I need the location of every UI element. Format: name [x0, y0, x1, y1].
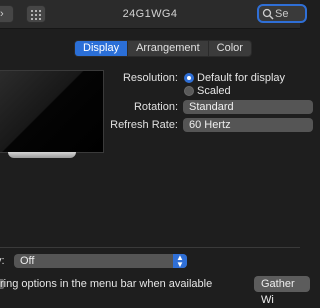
refresh-rate-value: 60 Hertz: [189, 119, 231, 131]
refresh-rate-select[interactable]: 60 Hertz: [183, 118, 313, 132]
resolution-scaled-radio[interactable]: [184, 86, 194, 96]
airplay-select[interactable]: Off ▲ ▼: [14, 254, 187, 269]
resolution-default-label[interactable]: Default for display: [197, 72, 285, 84]
mirroring-options-label: ring options in the menu bar when availa…: [0, 278, 213, 290]
tab-color[interactable]: Color: [209, 41, 251, 56]
resolution-default-radio[interactable]: [184, 73, 194, 83]
tab-display[interactable]: Display: [75, 41, 128, 56]
chevron-updown-icon: ▲ ▼: [173, 254, 187, 269]
monitor-stand-image: [8, 152, 76, 158]
search-icon: [262, 8, 274, 20]
airplay-value: Off: [20, 255, 35, 267]
tab-arrangement[interactable]: Arrangement: [128, 41, 208, 56]
gather-windows-button[interactable]: Gather Wi: [254, 276, 310, 306]
title-bar: › 24G1WG4 Se: [0, 0, 307, 29]
search-field[interactable]: Se: [257, 4, 307, 23]
search-placeholder: Se: [275, 8, 289, 20]
resolution-label: Resolution:: [122, 72, 178, 84]
rotation-select[interactable]: Standard: [183, 100, 313, 114]
section-divider: [0, 247, 300, 248]
tab-bar: Display Arrangement Color: [74, 40, 252, 57]
rotation-label: Rotation:: [133, 101, 178, 113]
monitor-image: [0, 70, 104, 153]
rotation-value: Standard: [189, 101, 234, 113]
airplay-label: y:: [0, 255, 5, 267]
window-title: 24G1WG4: [122, 8, 178, 20]
refresh-rate-label: Refresh Rate:: [110, 119, 178, 131]
resolution-scaled-label[interactable]: Scaled: [197, 85, 231, 97]
